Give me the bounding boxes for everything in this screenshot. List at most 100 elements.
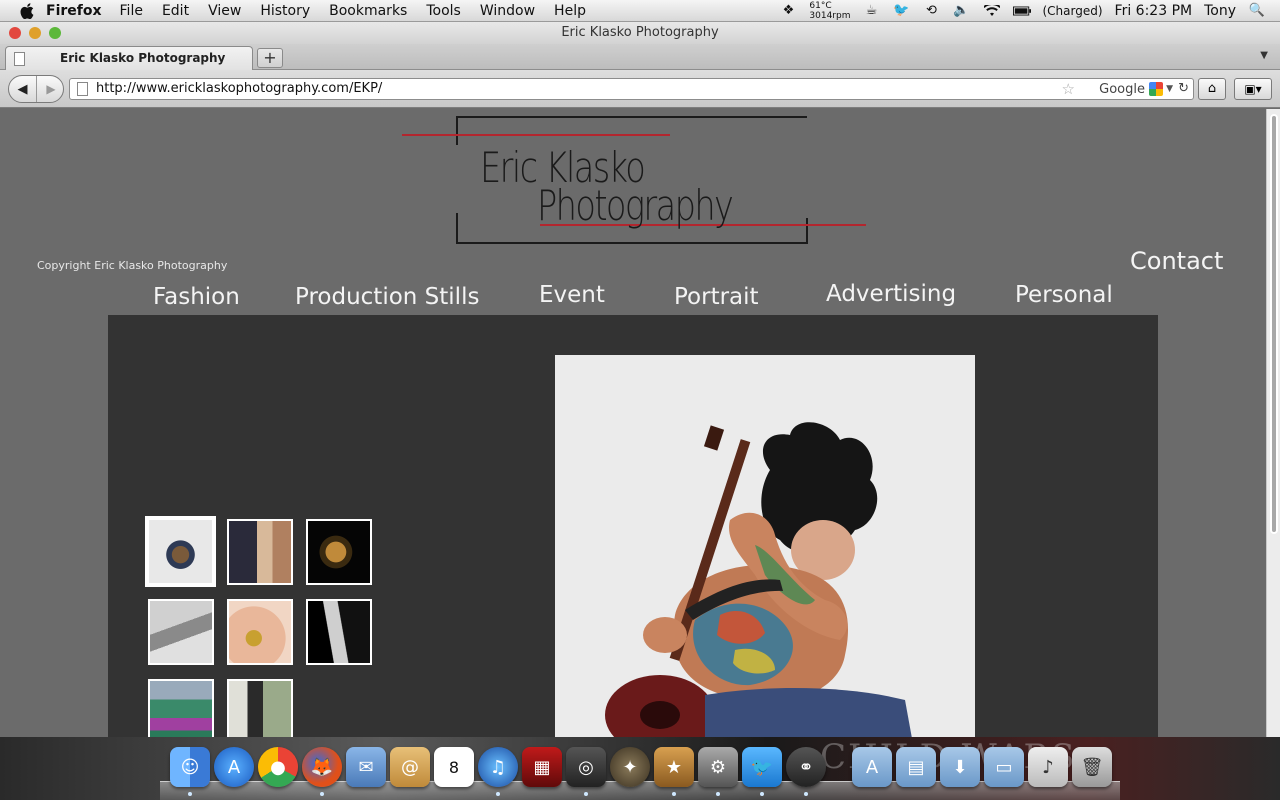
wifi-icon[interactable]: [983, 3, 1001, 19]
home-button[interactable]: ⌂: [1198, 78, 1226, 100]
new-tab-button[interactable]: +: [257, 48, 283, 68]
close-window-button[interactable]: [9, 27, 21, 39]
thumbnail-2[interactable]: [227, 519, 293, 585]
nav-contact[interactable]: Contact: [1130, 247, 1223, 275]
running-indicator: [672, 792, 676, 796]
downloads-folder-icon[interactable]: ⬇: [940, 747, 980, 787]
trash-icon[interactable]: 🗑: [1072, 747, 1112, 787]
thumbnail-3[interactable]: [306, 519, 372, 585]
logo-text-photography: Photography: [537, 181, 734, 230]
nav-portrait[interactable]: Portrait: [674, 284, 759, 310]
running-indicator: [760, 792, 764, 796]
running-indicator: [716, 792, 720, 796]
mail-stamp-icon[interactable]: ✉: [346, 747, 386, 787]
status-area: ❖ 61°C 3014rpm ☕ 🐦 ⟲ 🔈 (Charged) Fri 6:2…: [779, 1, 1280, 21]
app-menu-firefox[interactable]: Firefox: [46, 3, 102, 19]
menu-edit[interactable]: Edit: [162, 3, 189, 19]
window-title-bar: Eric Klasko Photography: [0, 22, 1280, 44]
menu-bookmarks[interactable]: Bookmarks: [329, 3, 407, 19]
running-indicator: [496, 792, 500, 796]
back-forward-group: ◀ ▶: [8, 75, 64, 103]
volume-icon[interactable]: 🔈: [953, 3, 971, 19]
dock: CHILD WARS ☺ A ● 🦊 ✉ @ 8 ♫ ▦ ◎ ✦ ★ ⚙ 🐦 ⚭…: [0, 737, 1280, 800]
menu-history[interactable]: History: [260, 3, 310, 19]
page-favicon-icon: [14, 52, 25, 66]
applications-folder-icon[interactable]: A: [852, 747, 892, 787]
menu-window[interactable]: Window: [480, 3, 535, 19]
thumbnail-4[interactable]: [148, 599, 214, 665]
url-bar[interactable]: http://www.ericklaskophotography.com/EKP…: [69, 78, 1194, 100]
apple-menu-icon[interactable]: [18, 2, 36, 20]
menu-file[interactable]: File: [120, 3, 143, 19]
menu-view[interactable]: View: [208, 3, 241, 19]
clock[interactable]: Fri 6:23 PM: [1115, 3, 1193, 19]
nav-personal[interactable]: Personal: [1015, 282, 1113, 308]
reload-icon[interactable]: ↻: [1178, 79, 1189, 99]
steam-icon[interactable]: ⚭: [786, 747, 826, 787]
temperature-value: 61°C: [809, 0, 832, 11]
bookmarks-button[interactable]: ▣▾: [1234, 78, 1272, 100]
back-button[interactable]: ◀: [9, 76, 37, 102]
address-book-icon[interactable]: @: [390, 747, 430, 787]
web-page: Eric Klasko Photography Copyright Eric K…: [0, 109, 1266, 737]
minimize-window-button[interactable]: [29, 27, 41, 39]
user-name[interactable]: Tony: [1204, 3, 1236, 19]
nav-production-stills[interactable]: Production Stills: [295, 284, 479, 310]
box-icon[interactable]: ★: [654, 747, 694, 787]
chrome-icon[interactable]: ●: [258, 747, 298, 787]
vertical-scrollbar[interactable]: [1266, 109, 1280, 737]
running-indicator: [320, 792, 324, 796]
menu-tools[interactable]: Tools: [426, 3, 461, 19]
finder-icon[interactable]: ☺: [170, 747, 210, 787]
tab-list-icon[interactable]: ▼: [1260, 50, 1268, 61]
photo-booth-icon[interactable]: ▦: [522, 747, 562, 787]
documents-folder-icon[interactable]: ▤: [896, 747, 936, 787]
nav-advertising[interactable]: Advertising: [826, 281, 956, 307]
forward-button[interactable]: ▶: [39, 76, 63, 102]
site-logo[interactable]: Eric Klasko Photography: [400, 115, 870, 249]
thumbnail-8[interactable]: [227, 679, 293, 737]
firefox-icon[interactable]: 🦊: [302, 747, 342, 787]
folder-icon[interactable]: ▭: [984, 747, 1024, 787]
cup-icon[interactable]: ☕: [863, 3, 881, 19]
thumbnail-1[interactable]: [145, 516, 216, 587]
search-engine-label[interactable]: Google: [1099, 80, 1145, 100]
url-text[interactable]: http://www.ericklaskophotography.com/EKP…: [96, 81, 382, 96]
battery-icon[interactable]: [1012, 3, 1031, 19]
time-machine-icon[interactable]: ⟲: [923, 3, 941, 19]
twitter-bird-icon[interactable]: 🐦: [893, 3, 911, 19]
tab-eric-klasko[interactable]: Eric Klasko Photography: [5, 46, 253, 70]
menu-help[interactable]: Help: [554, 3, 586, 19]
page-icon: [77, 82, 88, 96]
scrollbar-thumb[interactable]: [1270, 114, 1278, 534]
copyright-text: Copyright Eric Klasko Photography: [37, 259, 228, 272]
nav-event[interactable]: Event: [539, 282, 605, 308]
app-store-icon[interactable]: A: [214, 747, 254, 787]
navigation-toolbar: ◀ ▶ http://www.ericklaskophotography.com…: [0, 70, 1280, 108]
guitarist-photo-image: [555, 355, 975, 737]
game-icon[interactable]: ✦: [610, 747, 650, 787]
thumbnail-6[interactable]: [306, 599, 372, 665]
tab-label: Eric Klasko Photography: [60, 51, 226, 65]
nav-fashion[interactable]: Fashion: [153, 284, 240, 310]
ical-icon[interactable]: 8: [434, 747, 474, 787]
gallery-panel: [108, 315, 1158, 737]
google-icon[interactable]: [1149, 82, 1163, 96]
search-dropdown-icon[interactable]: ▼: [1166, 79, 1173, 99]
stack-icon[interactable]: ♪: [1028, 747, 1068, 787]
battery-status: (Charged): [1042, 3, 1103, 18]
zoom-window-button[interactable]: [49, 27, 61, 39]
running-indicator: [804, 792, 808, 796]
spotlight-search-icon[interactable]: 🔍: [1248, 3, 1266, 19]
featured-photo[interactable]: [555, 355, 975, 737]
twitter-icon[interactable]: 🐦: [742, 747, 782, 787]
dropbox-icon[interactable]: ❖: [779, 3, 797, 19]
thumbnail-7[interactable]: [148, 679, 214, 737]
bookmark-star-icon[interactable]: ☆: [1062, 79, 1075, 99]
fan-speed-value: 3014rpm: [809, 10, 851, 21]
temperature-readout[interactable]: 61°C 3014rpm: [809, 1, 850, 21]
thumbnail-5[interactable]: [227, 599, 293, 665]
dvd-player-icon[interactable]: ◎: [566, 747, 606, 787]
system-preferences-icon[interactable]: ⚙: [698, 747, 738, 787]
itunes-icon[interactable]: ♫: [478, 747, 518, 787]
